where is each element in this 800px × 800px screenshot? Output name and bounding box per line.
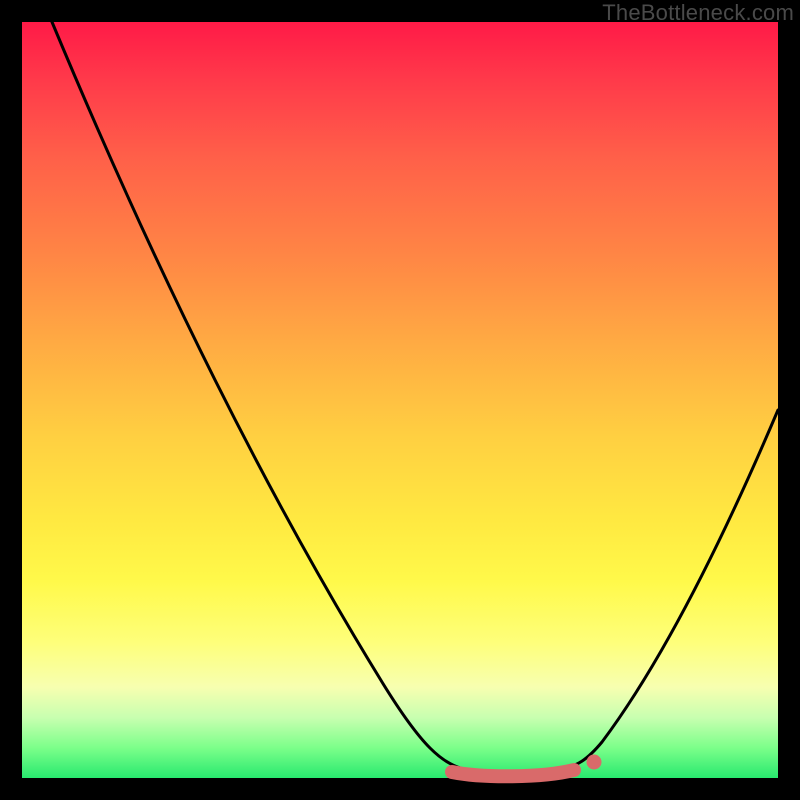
chart-plot-area [22,22,778,778]
chart-svg [22,22,778,778]
chart-frame: TheBottleneck.com [0,0,800,800]
watermark-text: TheBottleneck.com [602,0,794,26]
optimal-range-marker [452,770,574,776]
optimal-range-end-dot [587,755,602,770]
bottleneck-curve-path [52,22,778,773]
